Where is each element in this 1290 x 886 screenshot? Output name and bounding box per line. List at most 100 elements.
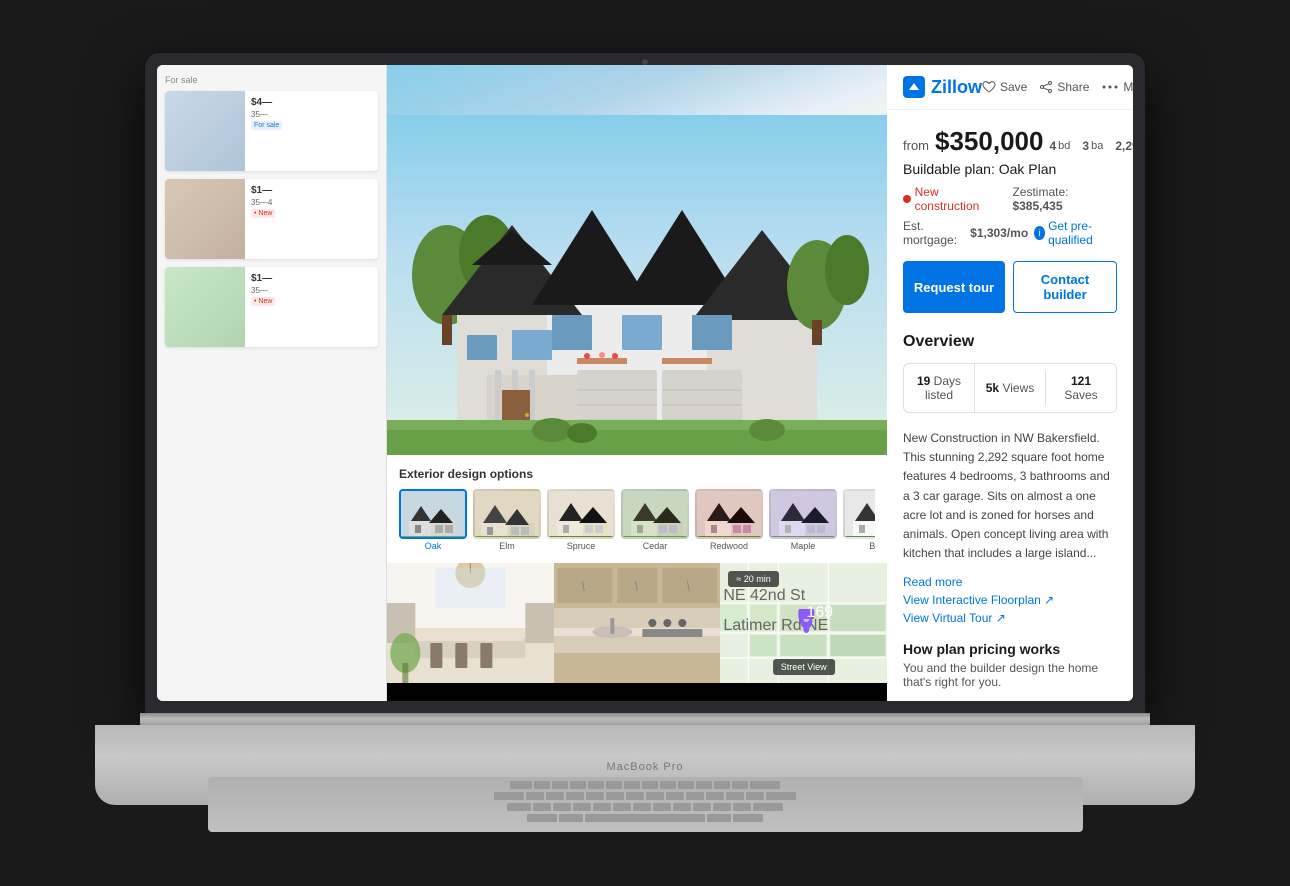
request-tour-button[interactable]: Request tour [903,261,1005,313]
thumb-maple[interactable]: Maple [769,489,837,551]
thumb-redwood[interactable]: Redwood [695,489,763,551]
price-from-label: from [903,138,929,153]
saves-stat: 121 Saves [1046,364,1116,412]
zestimate-section: Zestimate: $385,435 [1012,185,1117,213]
zestimate-value: $385,435 [1012,199,1062,213]
views-num: 5k [986,381,999,395]
floorplan-link[interactable]: View Interactive Floorplan ↗ [903,593,1117,607]
zillow-logo-icon [903,76,925,98]
days-label: Days listed [925,374,961,402]
mortgage-value: $1,303/mo [970,226,1028,240]
heart-icon [982,80,996,94]
zestimate-label: Zestimate: [1012,185,1068,199]
thumb-redwood-img[interactable] [695,489,763,539]
mortgage-label: Est. mortgage: [903,219,964,247]
views-label: Views [1002,381,1034,395]
interior-photo-1[interactable] [387,563,554,683]
svg-text:169: 169 [807,604,834,621]
beds-detail: 4 bd [1049,139,1070,153]
zillow-logo-text: Zillow [931,77,982,98]
beds-num: 4 [1049,139,1056,153]
svg-text:NE 42nd St: NE 42nd St [724,587,806,604]
sqft-detail: 2,292 sqft [1115,139,1133,153]
thumb-oak-img[interactable] [399,489,467,539]
interior-photo-2[interactable] [554,563,721,683]
info-icon: i [1034,226,1045,240]
thumb-spruce-img[interactable] [547,489,615,539]
thumb-spruce[interactable]: Spruce [547,489,615,551]
mini-map[interactable]: NE 42nd St Latimer Rd NE 169 [720,563,887,683]
status-row: New construction Zestimate: $385,435 [903,185,1117,213]
baths-detail: 3 ba [1082,139,1103,153]
contact-builder-button[interactable]: Contact builder [1013,261,1117,313]
listing-price: $350,000 [935,126,1043,157]
bg-listing-card-2: $1— 35—4 • New [165,179,378,259]
get-prequalified-container[interactable]: i Get pre-qualified [1034,219,1117,247]
bg-listings-sidebar: For sale $4— 35— For sale $1— 35 [157,65,387,701]
thumb-cedar[interactable]: Cedar [621,489,689,551]
exterior-options-title: Exterior design options [399,467,875,481]
laptop-bottom: MacBook Pro [95,725,1195,805]
laptop-brand-label: MacBook Pro [178,761,1113,773]
days-listed-stat: 19 Days listed [904,364,975,412]
thumb-redwood-label: Redwood [695,541,763,551]
thumb-oak[interactable]: Oak [399,489,467,551]
house-illustration [387,115,887,455]
virtual-tour-link[interactable]: View Virtual Tour ↗ [903,611,1117,625]
get-prequalified-link[interactable]: i Get pre-qualified [1034,219,1117,247]
more-icon [1101,80,1119,94]
baths-unit: ba [1091,140,1103,152]
days-num: 19 [917,374,930,388]
thumb-cedar-img[interactable] [621,489,689,539]
thumb-elm-img[interactable] [473,489,541,539]
more-button[interactable]: More [1101,80,1133,94]
save-label: Save [1000,80,1027,94]
how-pricing-section: How plan pricing works You and the build… [903,641,1117,689]
new-construction-badge: New construction [903,185,1002,213]
views-stat: 5k Views [975,371,1046,405]
modal-right-panel[interactable]: Zillow Save Share [887,65,1133,701]
save-button[interactable]: Save [982,80,1027,94]
laptop-screen: For sale $4— 35— For sale $1— 35 [157,65,1133,701]
thumb-elm-label: Elm [473,541,541,551]
baths-num: 3 [1082,139,1089,153]
header-actions: Save Share [982,75,1133,99]
laptop-wrapper: For sale $4— 35— For sale $1— 35 [95,53,1195,833]
thumb-bir-img[interactable] [843,489,875,539]
thumb-maple-img[interactable] [769,489,837,539]
share-button[interactable]: Share [1039,80,1089,94]
main-house-photo[interactable] [387,65,887,455]
saves-label: Saves [1064,388,1097,402]
zillow-logo[interactable]: Zillow [903,76,982,98]
street-view-badge[interactable]: Street View [773,659,835,675]
thumb-elm[interactable]: Elm [473,489,541,551]
keyboard-area [208,777,1083,832]
how-pricing-title: How plan pricing works [903,641,1117,657]
price-row: from $350,000 4 bd 3 ba [903,126,1117,157]
how-pricing-text: You and the builder design the home that… [903,661,1117,689]
status-dot [903,195,911,203]
thumb-cedar-label: Cedar [621,541,689,551]
commute-badge: ≈ 20 min [728,571,778,587]
modal-left-panel: Exterior design options Oak [387,65,887,701]
overview-section-title: Overview [903,333,1117,351]
modal-body: from $350,000 4 bd 3 ba [887,110,1133,701]
thumb-spruce-label: Spruce [547,541,615,551]
share-label: Share [1057,80,1089,94]
bg-listing-card-1: $4— 35— For sale [165,91,378,171]
saves-num: 121 [1071,374,1091,388]
more-label: More [1123,80,1133,94]
laptop-screen-bezel: For sale $4— 35— For sale $1— 35 [145,53,1145,713]
beds-unit: bd [1058,140,1070,152]
thumb-bir-label: Birc [843,541,875,551]
exterior-options-section: Exterior design options Oak [387,455,887,563]
cta-buttons: Request tour Contact builder [903,261,1117,313]
read-more-link[interactable]: Read more [903,575,1117,589]
thumb-maple-label: Maple [769,541,837,551]
laptop-base: MacBook Pro [95,713,1195,833]
new-construction-label: New construction [915,185,1003,213]
thumb-bir[interactable]: Birc [843,489,875,551]
zillow-modal: Exterior design options Oak [387,65,1133,701]
price-details: 4 bd 3 ba 2,292 sqft [1049,139,1133,153]
modal-header: Zillow Save Share [887,65,1133,110]
